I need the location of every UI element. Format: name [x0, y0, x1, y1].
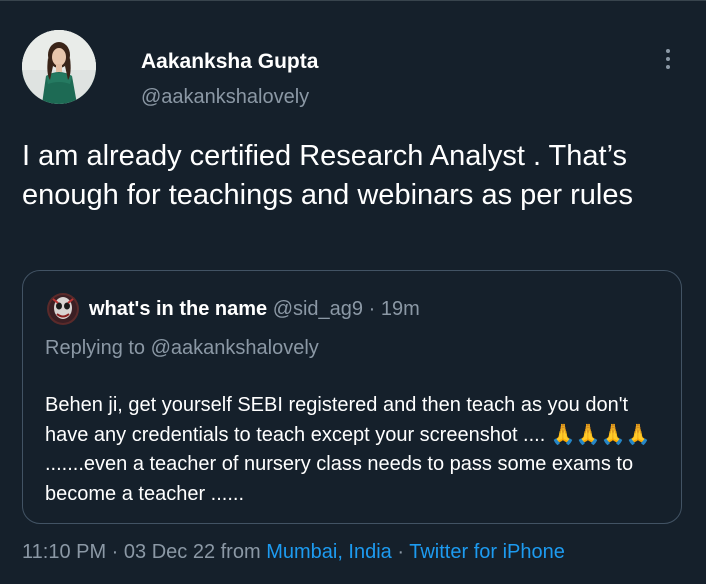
quoted-avatar-image: [47, 293, 79, 325]
author-avatar-image: [22, 30, 96, 104]
more-vertical-icon[interactable]: [658, 46, 678, 74]
quoted-header: what's in the name @sid_ag9 · 19m: [89, 298, 420, 321]
more-dot: [666, 49, 670, 53]
tweet-footer: 11:10 PM · 03 Dec 22 from Mumbai, India …: [22, 541, 565, 564]
quoted-tweet-card[interactable]: what's in the name @sid_ag9 · 19m Replyi…: [22, 270, 682, 524]
tweet-text: I am already certified Research Analyst …: [22, 140, 633, 211]
quoted-author-name[interactable]: what's in the name: [89, 298, 267, 320]
quoted-separator: ·: [368, 298, 376, 320]
source-link[interactable]: Twitter for iPhone: [409, 541, 565, 563]
location-link[interactable]: Mumbai, India: [266, 541, 392, 563]
author-name[interactable]: Aakanksha Gupta: [141, 50, 318, 74]
quoted-author-handle[interactable]: @sid_ag9: [273, 298, 363, 320]
more-dot: [666, 57, 670, 61]
quoted-time[interactable]: 19m: [381, 298, 420, 320]
quoted-author-avatar[interactable]: [47, 293, 79, 325]
author-handle[interactable]: @aakankshalovely: [141, 86, 309, 109]
footer-separator: ·: [397, 541, 405, 563]
top-divider: [0, 0, 706, 1]
more-dot: [666, 65, 670, 69]
quoted-text: Behen ji, get yourself SEBI registered a…: [45, 394, 651, 505]
timestamp[interactable]: 11:10 PM · 03 Dec 22 from: [22, 541, 261, 563]
replying-to: Replying to @aakankshalovely: [45, 337, 319, 359]
author-avatar[interactable]: [22, 30, 96, 104]
